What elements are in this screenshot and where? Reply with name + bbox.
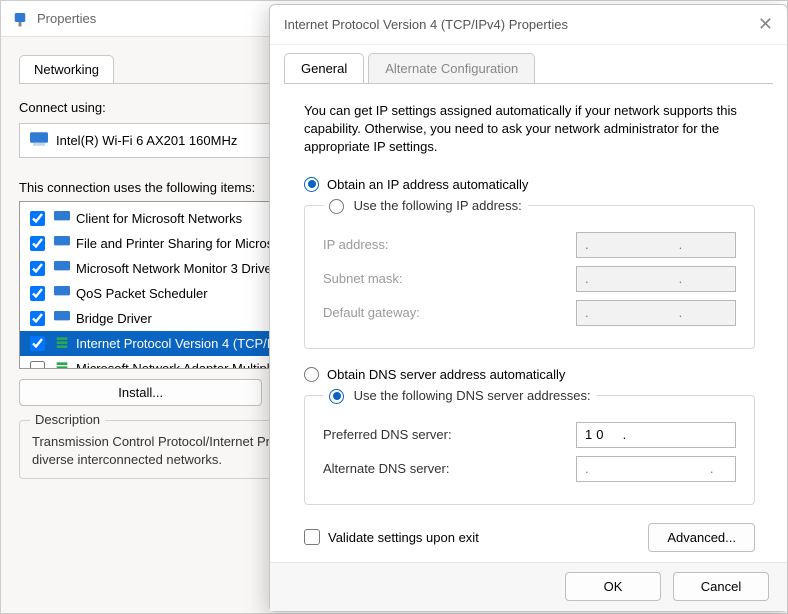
close-icon[interactable]: ✕: [758, 14, 773, 35]
tab-alternate[interactable]: Alternate Configuration: [368, 53, 535, 83]
install-button[interactable]: Install...: [19, 379, 262, 406]
protocol-stack-icon: [54, 335, 70, 352]
nic-icon: [54, 210, 70, 227]
preferred-dns-label: Preferred DNS server:: [323, 427, 452, 442]
checkbox-icon: [304, 529, 320, 545]
radio-ip-auto[interactable]: Obtain an IP address automatically: [304, 177, 755, 192]
window-title: Internet Protocol Version 4 (TCP/IPv4) P…: [284, 17, 568, 32]
nic-icon: [54, 285, 70, 302]
preferred-dns-input[interactable]: [576, 422, 736, 448]
item-label: QoS Packet Scheduler: [76, 286, 208, 301]
ip-address-input: [576, 232, 736, 258]
item-label: Bridge Driver: [76, 311, 152, 326]
radio-label: Obtain DNS server address automatically: [327, 367, 565, 382]
item-checkbox[interactable]: [30, 261, 45, 276]
window-titlebar: Internet Protocol Version 4 (TCP/IPv4) P…: [270, 5, 787, 45]
item-checkbox[interactable]: [30, 361, 45, 369]
nic-icon: [30, 132, 48, 149]
item-checkbox[interactable]: [30, 336, 45, 351]
tab-networking[interactable]: Networking: [19, 55, 114, 83]
default-gateway-label: Default gateway:: [323, 305, 420, 320]
ip-address-label: IP address:: [323, 237, 389, 252]
alternate-dns-input[interactable]: [576, 456, 736, 482]
validate-checkbox-row[interactable]: Validate settings upon exit: [304, 529, 479, 545]
validate-label: Validate settings upon exit: [328, 530, 479, 545]
radio-dns-auto[interactable]: Obtain DNS server address automatically: [304, 367, 755, 382]
nic-icon: [54, 235, 70, 252]
item-label: Internet Protocol Version 4 (TCP/IPv4): [76, 336, 297, 351]
item-checkbox[interactable]: [30, 311, 45, 326]
subnet-mask-label: Subnet mask:: [323, 271, 403, 286]
ethernet-icon: [11, 10, 29, 28]
ipv4-properties-window: Internet Protocol Version 4 (TCP/IPv4) P…: [269, 4, 788, 612]
radio-ip-manual[interactable]: Use the following IP address:: [323, 198, 528, 214]
default-gateway-input: [576, 300, 736, 326]
radio-label: Obtain an IP address automatically: [327, 177, 528, 192]
dialog-footer: OK Cancel: [270, 562, 787, 611]
advanced-button[interactable]: Advanced...: [648, 523, 755, 552]
radio-icon: [304, 177, 319, 192]
radio-label: Use the following DNS server addresses:: [354, 388, 591, 403]
subnet-mask-input: [576, 266, 736, 292]
window-body: General Alternate Configuration You can …: [270, 45, 787, 562]
radio-dns-manual[interactable]: Use the following DNS server addresses:: [323, 388, 597, 404]
alternate-dns-label: Alternate DNS server:: [323, 461, 449, 476]
item-checkbox[interactable]: [30, 236, 45, 251]
ip-manual-group: Use the following IP address: IP address…: [304, 198, 755, 349]
radio-icon: [329, 389, 344, 404]
tab-general[interactable]: General: [284, 53, 364, 83]
dns-manual-group: Use the following DNS server addresses: …: [304, 388, 755, 505]
item-label: Microsoft Network Monitor 3 Driver: [76, 261, 276, 276]
radio-label: Use the following IP address:: [354, 198, 522, 213]
item-checkbox[interactable]: [30, 286, 45, 301]
adapter-name: Intel(R) Wi-Fi 6 AX201 160MHz: [56, 133, 237, 148]
protocol-stack-icon: [54, 360, 70, 369]
radio-icon: [329, 199, 344, 214]
cancel-button[interactable]: Cancel: [673, 572, 769, 601]
tabstrip: General Alternate Configuration: [284, 53, 773, 84]
ok-button[interactable]: OK: [565, 572, 661, 601]
radio-icon: [304, 367, 319, 382]
description-title: Description: [30, 412, 105, 427]
item-label: Client for Microsoft Networks: [76, 211, 242, 226]
item-checkbox[interactable]: [30, 211, 45, 226]
intro-text: You can get IP settings assigned automat…: [304, 102, 755, 157]
nic-icon: [54, 260, 70, 277]
nic-icon: [54, 310, 70, 327]
window-title: Properties: [37, 11, 96, 26]
